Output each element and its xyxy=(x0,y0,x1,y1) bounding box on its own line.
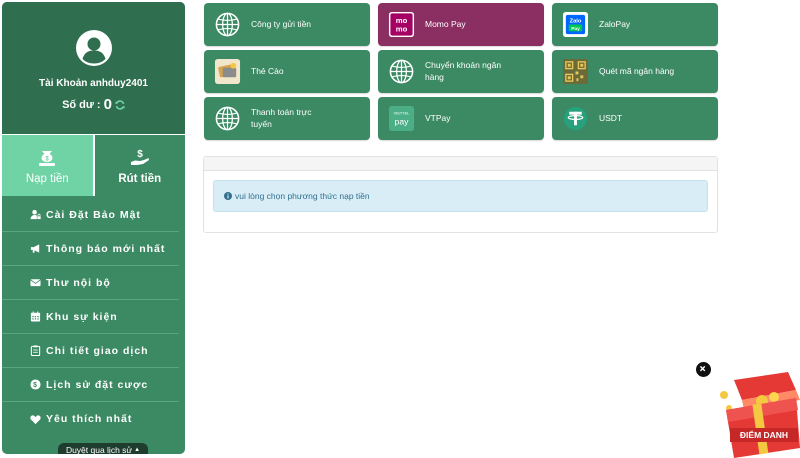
payment-label: USDT xyxy=(599,112,623,123)
menu-item-security[interactable]: Cài Đặt Bảo Mật xyxy=(2,198,179,232)
payment-label: ZaloPay xyxy=(599,18,631,29)
payment-label: Thẻ Cào xyxy=(251,65,284,76)
payment-usdt[interactable]: USDT xyxy=(552,97,718,140)
menu-label: Chi tiết giao dịch xyxy=(46,344,149,357)
payment-label: Thanh toán trực tuyến xyxy=(251,106,312,129)
payment-label: Quét mã ngân hàng xyxy=(599,65,675,76)
svg-text:Pay: Pay xyxy=(571,26,580,32)
sidebar: Tài Khoản anhduy2401 Số dư : 0 $ Nạp tiề… xyxy=(2,2,185,454)
info-alert: vui lòng chọn phương thức nạp tiền xyxy=(213,180,708,212)
envelope-icon xyxy=(30,279,41,287)
svg-text:mo: mo xyxy=(396,25,408,34)
svg-text:$: $ xyxy=(137,149,143,160)
calendar-icon xyxy=(30,311,41,322)
scratch-card-icon xyxy=(214,58,241,85)
info-icon xyxy=(224,192,232,200)
refresh-icon[interactable] xyxy=(115,99,125,110)
payment-methods-grid: Công ty gửi tiền mo mo Momo Pay Zalo Pay Z… xyxy=(204,3,718,140)
alert-text: vui lòng chọn phương thức nạp tiền xyxy=(235,191,370,201)
close-checkin-button[interactable] xyxy=(695,361,712,378)
qr-code-icon xyxy=(562,58,589,85)
vtpay-icon: VIETTELpay xyxy=(388,105,415,132)
menu-label: Cài Đặt Bảo Mật xyxy=(46,208,141,221)
menu-label: Lịch sử đặt cược xyxy=(46,378,149,391)
deposit-withdraw-tabs: $ Nạp tiền $ Rút tiền xyxy=(2,134,185,196)
payment-company-deposit[interactable]: Công ty gửi tiền xyxy=(204,3,370,46)
svg-text:$: $ xyxy=(33,382,38,389)
account-name: Tài Khoản anhduy2401 xyxy=(39,78,148,89)
menu-item-favorites[interactable]: Yêu thích nhất xyxy=(2,402,179,436)
menu-label: Thông báo mới nhất xyxy=(46,242,166,255)
momo-icon: momo xyxy=(388,11,415,38)
tether-icon xyxy=(563,106,588,131)
payment-label: Công ty gửi tiền xyxy=(251,18,312,29)
payment-momo[interactable]: mo mo Momo Pay xyxy=(378,3,544,46)
balance: Số dư : 0 xyxy=(62,96,125,113)
globe-icon xyxy=(215,106,240,131)
balance-label: Số dư : xyxy=(62,98,101,111)
withdraw-label: Rút tiền xyxy=(118,172,162,185)
menu-label: Yêu thích nhất xyxy=(46,413,133,425)
payment-label: Momo Pay xyxy=(425,18,466,29)
menu-item-transactions[interactable]: Chi tiết giao dịch xyxy=(2,334,179,368)
money-bag-icon: $ xyxy=(39,150,56,166)
sidebar-menu: Cài Đặt Bảo Mật Thông báo mới nhất Thư n… xyxy=(2,196,185,436)
svg-text:mo: mo xyxy=(396,16,408,25)
menu-item-events[interactable]: Khu sự kiện xyxy=(2,300,179,334)
browse-history-tab[interactable]: Duyệt qua lịch sử ▲ xyxy=(58,443,148,454)
payment-label: Chuyển khoản ngân hàng xyxy=(425,59,502,82)
close-icon xyxy=(699,365,706,372)
clipboard-icon xyxy=(30,345,41,356)
user-lock-icon xyxy=(30,209,41,220)
payment-scratch-card[interactable]: Thẻ Cào xyxy=(204,50,370,93)
payment-bank-qr[interactable]: Quét mã ngân hàng xyxy=(552,50,718,93)
balance-value: 0 xyxy=(103,96,112,113)
menu-item-inbox[interactable]: Thư nội bộ xyxy=(2,266,179,300)
deposit-label: Nạp tiền xyxy=(25,172,69,185)
heart-icon xyxy=(30,414,41,424)
checkin-label: ĐIỂM DANH xyxy=(739,430,789,440)
dollar-circle-icon: $ xyxy=(30,379,41,390)
menu-item-notifications[interactable]: Thông báo mới nhất xyxy=(2,232,179,266)
svg-text:VIETTEL: VIETTEL xyxy=(394,112,410,116)
payment-zalopay[interactable]: Zalo Pay ZaloPay xyxy=(552,3,718,46)
megaphone-icon xyxy=(30,244,40,253)
zalopay-icon: ZaloPay xyxy=(562,11,589,38)
page: Tài Khoản anhduy2401 Số dư : 0 $ Nạp tiề… xyxy=(0,0,800,458)
profile-card: Tài Khoản anhduy2401 Số dư : 0 xyxy=(2,2,185,134)
globe-icon xyxy=(215,12,240,37)
menu-label: Thư nội bộ xyxy=(46,276,111,289)
deposit-button[interactable]: $ Nạp tiền xyxy=(2,135,93,196)
hand-dollar-icon: $ xyxy=(130,149,149,165)
gift-box-icon xyxy=(720,372,800,458)
globe-icon xyxy=(389,59,414,84)
payment-vtpay[interactable]: VIETTEL pay VTPay xyxy=(378,97,544,140)
panel-header xyxy=(204,157,717,171)
checkin-gift-button[interactable]: ĐIỂM DANH xyxy=(716,370,800,458)
svg-text:Zalo: Zalo xyxy=(570,19,582,25)
menu-label: Khu sự kiện xyxy=(46,310,118,323)
payment-bank-transfer[interactable]: Chuyển khoản ngân hàng xyxy=(378,50,544,93)
payment-online[interactable]: Thanh toán trực tuyến xyxy=(204,97,370,140)
history-tab-label: Duyệt qua lịch sử xyxy=(65,444,133,455)
deposit-panel: vui lòng chọn phương thức nạp tiền xyxy=(203,156,718,233)
payment-label: VTPay xyxy=(425,112,451,123)
chevron-up-icon: ▲ xyxy=(134,446,141,453)
menu-item-bet-history[interactable]: $ Lịch sử đặt cược xyxy=(2,368,179,402)
user-avatar-icon xyxy=(75,30,112,66)
svg-text:pay: pay xyxy=(395,116,410,126)
withdraw-button[interactable]: $ Rút tiền xyxy=(92,135,185,196)
